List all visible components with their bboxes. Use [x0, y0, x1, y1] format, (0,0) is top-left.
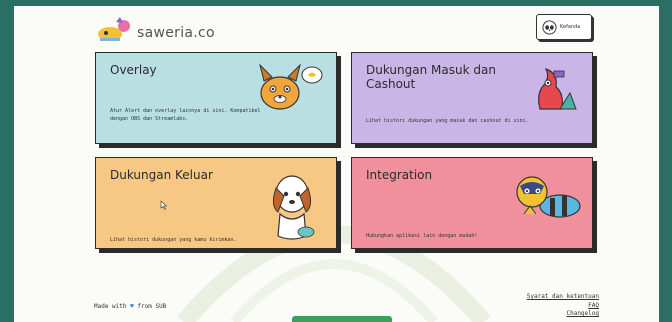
- user-name: Kefanda: [560, 24, 581, 30]
- support-button[interactable]: [292, 316, 392, 322]
- card-title: Integration: [366, 168, 433, 182]
- card-title: Overlay: [110, 63, 157, 77]
- dashboard-page: saweria.co Kefanda Overlay Atur Alert da…: [14, 6, 659, 322]
- outgoing-support-card[interactable]: Dukungan Keluar Lihat histori dukungan y…: [95, 157, 337, 249]
- dog-mascot-icon: [259, 63, 323, 110]
- integration-card[interactable]: Integration Hubungkan aplikasi lain deng…: [351, 157, 593, 249]
- card-description: Lihat histori dukungan yang kamu kirimka…: [110, 237, 237, 243]
- mouse-cursor-icon: [160, 200, 168, 210]
- avatar: [542, 19, 557, 35]
- changelog-link[interactable]: Changelog: [527, 310, 599, 319]
- terms-link[interactable]: Syarat dan ketentuan: [527, 293, 599, 302]
- user-menu-button[interactable]: Kefanda: [536, 14, 592, 40]
- brand-name[interactable]: saweria.co: [137, 25, 215, 41]
- footer-links: Syarat dan ketentuan FAQ Changelog: [527, 293, 599, 319]
- incoming-support-card[interactable]: Dukungan Masuk dan Cashout Lihat histori…: [351, 52, 593, 144]
- card-title: Dukungan Masuk dan Cashout: [366, 63, 496, 91]
- raccoon-mascot-icon: [516, 176, 581, 218]
- made-with-text: Made with: [94, 303, 127, 310]
- faq-link[interactable]: FAQ: [527, 302, 599, 311]
- card-description: Atur Alert dan overlay lainnya di sini. …: [110, 108, 261, 122]
- from-text: from SUB: [137, 303, 167, 310]
- footer-credit: Made with ♥ from SUB: [94, 303, 166, 310]
- card-description: Hubungkan aplikasi lain dengan mudah!: [366, 233, 478, 239]
- beagle-mascot-icon: [272, 175, 315, 240]
- saweria-logo[interactable]: [94, 16, 134, 44]
- heart-icon: ♥: [130, 303, 134, 310]
- mascot-icon: [538, 67, 577, 110]
- card-title: Dukungan Keluar: [110, 168, 213, 182]
- card-description: Lihat histori dukungan yang masuk dan ca…: [366, 118, 529, 124]
- overlay-card[interactable]: Overlay Atur Alert dan overlay lainnya d…: [95, 52, 337, 144]
